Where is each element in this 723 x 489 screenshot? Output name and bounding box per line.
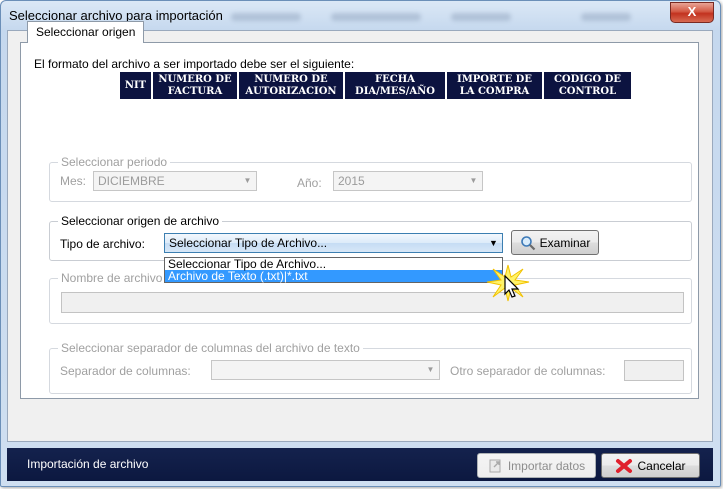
month-select-value: DICIEMBRE xyxy=(98,174,165,188)
close-icon: X xyxy=(687,4,697,19)
month-select[interactable]: DICIEMBRE ▼ xyxy=(93,171,257,191)
blurred-background-text xyxy=(331,13,421,21)
magnifier-icon xyxy=(520,235,535,250)
filename-input[interactable] xyxy=(61,292,684,313)
blurred-background-text xyxy=(451,13,511,21)
chevron-down-icon: ▼ xyxy=(426,365,435,374)
other-separator-input[interactable] xyxy=(624,360,684,381)
format-column-importe: IMPORTE DE LA COMPRA xyxy=(447,72,542,99)
period-group-legend: Seleccionar periodo xyxy=(58,155,171,169)
month-label: Mes: xyxy=(60,174,87,188)
tab-seleccionar-origen[interactable]: Seleccionar origen xyxy=(27,21,145,43)
browse-button[interactable]: Examinar xyxy=(511,230,599,255)
file-type-option-txt[interactable]: Archivo de Texto (.txt)|*.txt xyxy=(165,270,502,282)
close-button[interactable]: X xyxy=(670,2,714,23)
chevron-down-icon: ▼ xyxy=(489,238,498,248)
import-document-icon xyxy=(489,459,501,472)
cancel-button[interactable]: Cancelar xyxy=(601,453,700,478)
year-select-value: 2015 xyxy=(338,174,365,188)
separator-group-legend: Seleccionar separador de columnas del ar… xyxy=(58,341,363,355)
year-select[interactable]: 2015 ▼ xyxy=(333,171,483,191)
format-column-numero-factura: NUMERO DE FACTURA xyxy=(153,72,237,99)
format-column-fecha: FECHA DIA/MES/AÑO xyxy=(345,72,445,99)
filename-group-legend: Nombre de archivo xyxy=(58,271,166,285)
file-type-select[interactable]: Seleccionar Tipo de Archivo... ▼ xyxy=(164,233,503,253)
column-separator-label: Separador de columnas: xyxy=(60,364,191,378)
format-column-numero-autorizacion: NUMERO DE AUTORIZACION xyxy=(239,72,343,99)
import-data-label: Importar datos xyxy=(507,458,586,473)
blurred-background-text xyxy=(231,13,301,21)
file-type-dropdown-list: Seleccionar Tipo de Archivo... Archivo d… xyxy=(164,257,503,283)
format-column-codigo-control: CODIGO DE CONTROL xyxy=(544,72,631,99)
red-x-icon xyxy=(616,458,633,473)
year-label: Año: xyxy=(297,176,322,190)
click-highlight-cursor-icon xyxy=(486,264,530,302)
status-text: Importación de archivo xyxy=(27,457,149,471)
chevron-down-icon: ▼ xyxy=(469,176,478,185)
browse-button-label: Examinar xyxy=(539,235,591,250)
file-type-select-value: Seleccionar Tipo de Archivo... xyxy=(169,236,328,250)
chevron-down-icon: ▼ xyxy=(243,176,252,185)
format-column-nit: NIT xyxy=(120,72,151,99)
import-data-button[interactable]: Importar datos xyxy=(477,453,596,478)
file-type-label: Tipo de archivo: xyxy=(60,237,145,251)
blurred-background-text xyxy=(581,13,631,21)
origin-group-legend: Seleccionar origen de archivo xyxy=(58,214,223,228)
format-intro-label: El formato del archivo a ser importado d… xyxy=(34,57,355,71)
column-separator-select[interactable]: ▼ xyxy=(211,360,440,380)
cancel-label: Cancelar xyxy=(637,458,686,473)
other-separator-label: Otro separador de columnas: xyxy=(450,364,606,378)
